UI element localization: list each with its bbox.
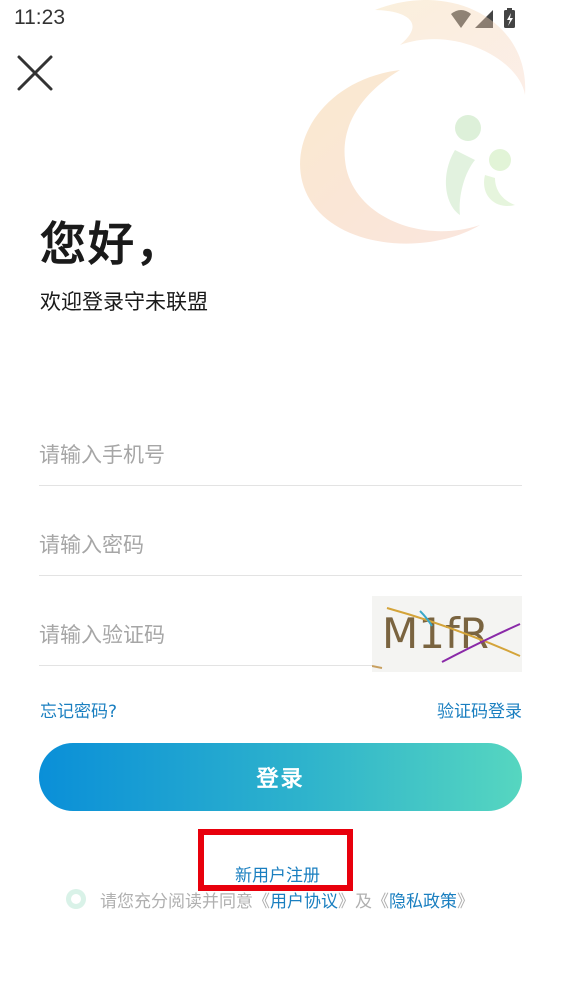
signal-icon [475,10,493,28]
agree-radio[interactable] [66,889,86,909]
captcha-field-container [39,605,369,666]
greeting-title: 您好， [40,217,184,271]
background-logo [300,0,526,244]
close-icon [17,55,53,91]
status-time: 11:23 [14,6,65,29]
wifi-icon [451,10,471,28]
agreement-and: 及 [355,891,372,912]
captcha-image[interactable]: M1fR [372,596,522,672]
phone-input[interactable] [39,425,522,485]
status-bar: 11:23 [0,0,561,40]
captcha-input[interactable] [39,605,369,665]
login-button[interactable]: 登录 [39,743,522,811]
close-button[interactable] [14,52,56,94]
privacy-open-quote: 《 [372,891,389,912]
battery-charging-icon [504,8,515,28]
privacy-policy-link[interactable]: 隐私政策 [389,887,457,912]
code-login-link[interactable]: 验证码登录 [437,697,522,722]
greeting-subtitle: 欢迎登录守未联盟 [40,290,208,314]
password-input[interactable] [39,515,522,575]
forgot-password-link[interactable]: 忘记密码? [40,697,117,722]
status-icons [451,8,515,28]
captcha-text: M1fR [382,609,489,658]
register-highlight-box [198,829,353,891]
privacy-close-quote: 》 [457,891,474,912]
phone-field-container [39,425,522,486]
password-field-container [39,515,522,576]
